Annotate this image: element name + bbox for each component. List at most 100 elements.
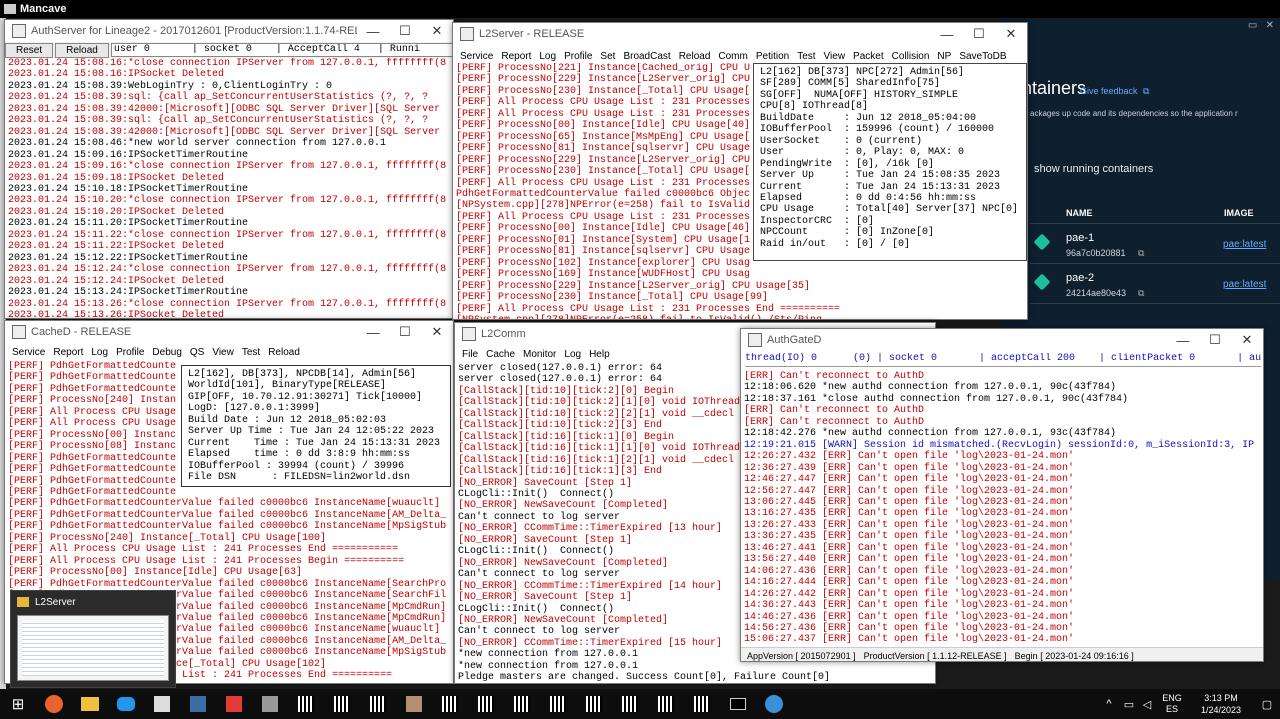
menu-item[interactable]: Collision: [888, 51, 934, 62]
menu-item[interactable]: QS: [186, 347, 208, 358]
menu-item[interactable]: Cache: [482, 349, 519, 360]
minimize-icon[interactable]: —: [357, 24, 389, 39]
container-image[interactable]: pae:latest: [1223, 279, 1266, 290]
l2server-info-panel: L2[162] DB[373] NPC[272] Admin[56] SF[289…: [753, 63, 1027, 261]
menu-item[interactable]: NP: [933, 51, 955, 62]
menu-item[interactable]: BroadCast: [619, 51, 674, 62]
app-icon: [748, 333, 762, 347]
app-icon[interactable]: [360, 689, 396, 719]
menu-item[interactable]: Service: [8, 347, 49, 358]
network-icon[interactable]: ▭: [1120, 698, 1138, 711]
menu-item[interactable]: SaveToDB: [955, 51, 1010, 62]
volume-icon[interactable]: ◁: [1138, 698, 1156, 711]
col-image[interactable]: IMAGE: [1224, 208, 1254, 218]
app-icon[interactable]: [288, 689, 324, 719]
minimize-icon[interactable]: —: [1167, 333, 1199, 348]
app-icon[interactable]: [216, 689, 252, 719]
reload-button[interactable]: Reload: [55, 42, 109, 58]
minimize-icon[interactable]: —: [931, 27, 963, 42]
close-icon[interactable]: ✕: [421, 23, 453, 39]
menu-item[interactable]: Reload: [675, 51, 715, 62]
menu-item[interactable]: Profile: [560, 51, 596, 62]
qbittorrent-icon[interactable]: [756, 689, 792, 719]
minimize-icon[interactable]: —: [357, 325, 389, 340]
log-line: IOBufferPool : 159996 (count) / 160000: [760, 124, 995, 136]
menu-item[interactable]: Test: [793, 51, 819, 62]
menu-item[interactable]: Test: [238, 347, 264, 358]
menu-item[interactable]: Set: [596, 51, 619, 62]
file-explorer-icon[interactable]: [72, 689, 108, 719]
maximize-icon[interactable]: ☐: [1199, 332, 1231, 348]
clock-time: 3:13 PM: [1204, 693, 1238, 703]
container-image[interactable]: pae:latest: [1223, 239, 1266, 250]
maximize-icon[interactable]: ☐: [389, 23, 421, 39]
container-name[interactable]: pae-1: [1066, 232, 1094, 244]
app-icon[interactable]: [144, 689, 180, 719]
terminal-icon[interactable]: [720, 689, 756, 719]
menu-item[interactable]: Service: [456, 51, 497, 62]
copy-icon[interactable]: ⧉: [1138, 288, 1144, 299]
menu-item[interactable]: View: [820, 51, 850, 62]
menu-item[interactable]: Report: [49, 347, 87, 358]
close-icon[interactable]: ✕: [1231, 332, 1263, 348]
menu-item[interactable]: Petition: [752, 51, 793, 62]
table-row[interactable]: pae-2 24214ae80e43 ⧉ pae:latest: [1030, 264, 1280, 304]
menu-item[interactable]: Log: [87, 347, 112, 358]
menu-item[interactable]: Reload: [264, 347, 304, 358]
reset-button[interactable]: Reset: [5, 42, 54, 58]
col-name[interactable]: NAME: [1066, 208, 1224, 218]
authserver-titlebar[interactable]: AuthServer for Lineage2 - 2017012601 [Pr…: [5, 20, 453, 42]
app-icon[interactable]: [396, 689, 432, 719]
menu-item[interactable]: Debug: [148, 347, 185, 358]
menu-item[interactable]: Log: [535, 51, 560, 62]
menu-item[interactable]: Comm: [714, 51, 751, 62]
app-icon[interactable]: [180, 689, 216, 719]
menu-item[interactable]: Report: [497, 51, 535, 62]
menu-item[interactable]: Profile: [112, 347, 148, 358]
running-toggle-label[interactable]: show running containers: [1034, 163, 1153, 175]
menu-item[interactable]: File: [458, 349, 482, 360]
l2server-thumbnail[interactable]: L2Server: [10, 590, 176, 688]
close-icon[interactable]: ✕: [421, 324, 453, 340]
app-icon[interactable]: [468, 689, 504, 719]
app-icon[interactable]: [324, 689, 360, 719]
firefox-icon[interactable]: [36, 689, 72, 719]
log-line: LogD: [127.0.0.1:3999]: [188, 403, 321, 415]
container-name[interactable]: pae-2: [1066, 272, 1094, 284]
clock-date: 1/24/2023: [1200, 705, 1242, 715]
app-icon[interactable]: [576, 689, 612, 719]
app-icon[interactable]: [648, 689, 684, 719]
log-line: 2023.01.24 15:08.39:sql: {call ap_SetCon…: [8, 92, 429, 104]
cached-info-panel: L2[162], DB[373], NPCDB[14], Admin[56] Wo…: [181, 365, 451, 487]
menu-item[interactable]: Help: [585, 349, 614, 360]
log-line: 12:26:27.432 [ERR] Can't open file 'log\…: [744, 451, 1075, 463]
table-row[interactable]: pae-1 96a7c0b20881 ⧉ pae:latest: [1030, 224, 1280, 264]
copy-icon[interactable]: ⧉: [1138, 248, 1144, 259]
app-icon[interactable]: [540, 689, 576, 719]
menu-item[interactable]: Packet: [849, 51, 888, 62]
feedback-link[interactable]: Give feedback: [1080, 86, 1138, 96]
clock[interactable]: 3:13 PM 1/24/2023: [1188, 692, 1254, 716]
menu-item[interactable]: Log: [560, 349, 585, 360]
authgated-titlebar[interactable]: AuthGateD — ☐ ✕: [741, 329, 1263, 351]
language-indicator[interactable]: ENG ES: [1156, 693, 1188, 715]
tray-chevron-icon[interactable]: ^: [1098, 698, 1120, 710]
app-icon[interactable]: [504, 689, 540, 719]
docker-icon[interactable]: [108, 689, 144, 719]
start-icon[interactable]: ⊞: [0, 689, 36, 719]
log-line: 2023.01.24 15:09.16:*close connection IP…: [8, 161, 447, 173]
menu-item[interactable]: View: [208, 347, 238, 358]
app-version: AppVersion [ 2015072901 ]: [747, 650, 856, 661]
menu-item[interactable]: Monitor: [519, 349, 560, 360]
l2server-titlebar[interactable]: L2Server - RELEASE — ☐ ✕: [453, 23, 1027, 45]
cached-titlebar[interactable]: CacheD - RELEASE — ☐ ✕: [5, 321, 453, 343]
maximize-icon[interactable]: ☐: [389, 324, 421, 340]
notification-icon[interactable]: ▢: [1254, 698, 1280, 711]
maximize-icon[interactable]: ☐: [963, 26, 995, 42]
app-icon[interactable]: [252, 689, 288, 719]
app-icon[interactable]: [432, 689, 468, 719]
table-header: NAME IMAGE: [1030, 202, 1280, 224]
app-icon[interactable]: [684, 689, 720, 719]
app-icon[interactable]: [612, 689, 648, 719]
close-icon[interactable]: ✕: [995, 26, 1027, 42]
